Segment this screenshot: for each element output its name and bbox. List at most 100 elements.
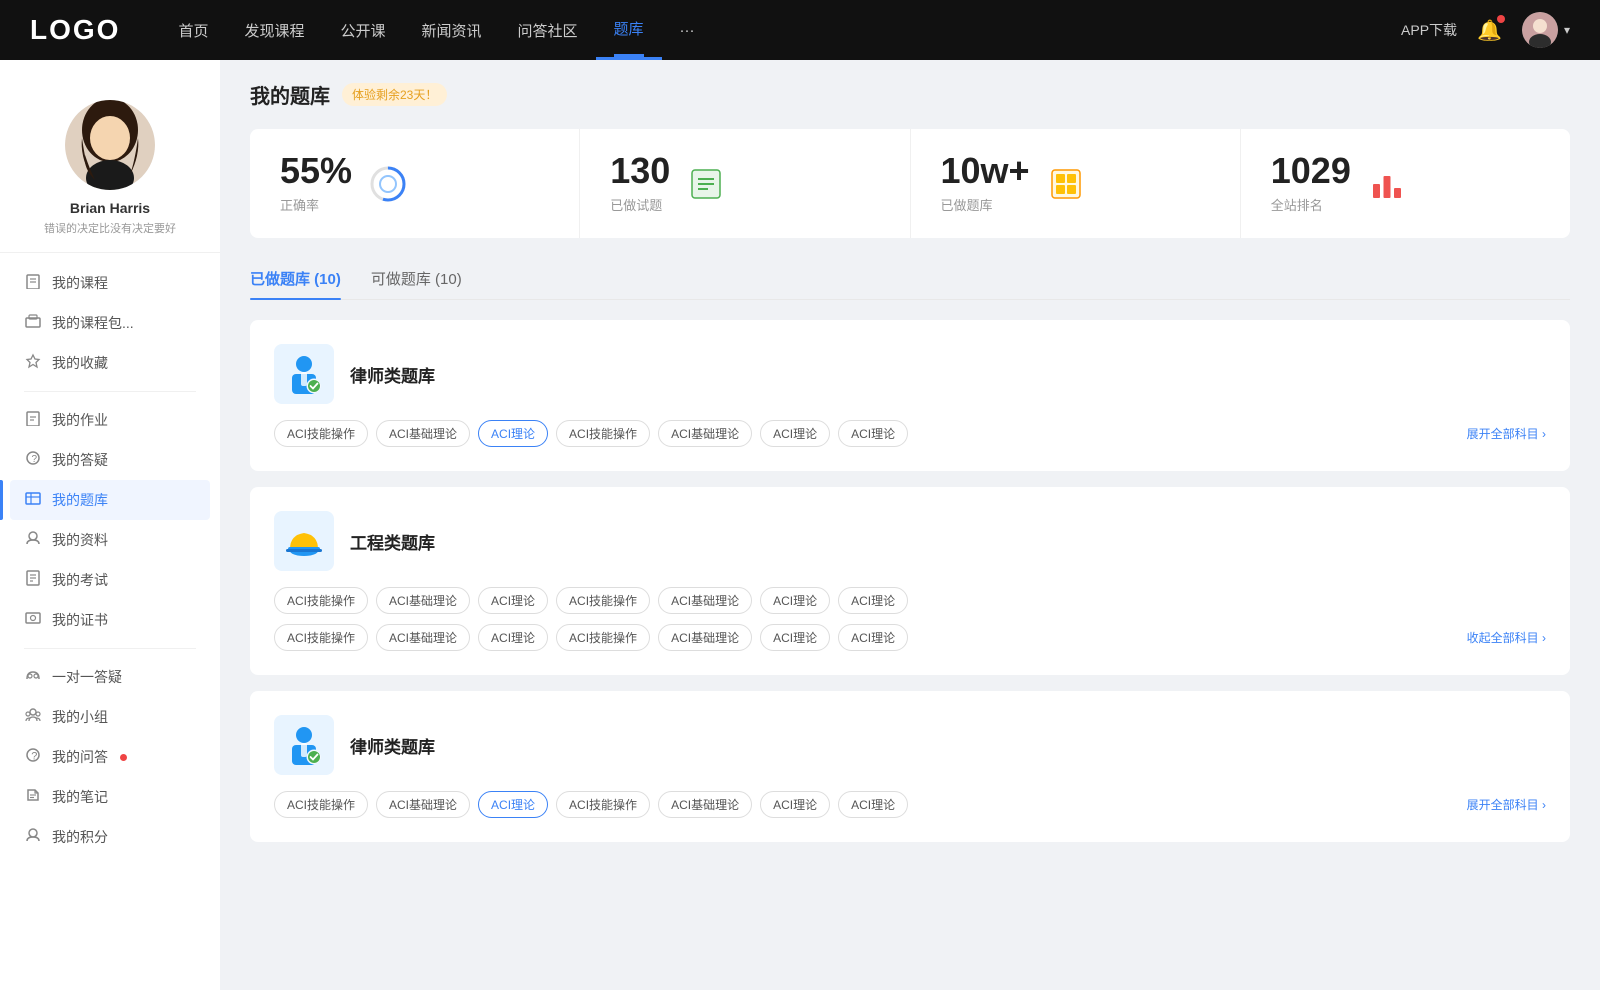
qbank-icon: [24, 490, 42, 510]
tags-container: ACI技能操作 ACI基础理论 ACI理论 ACI技能操作 ACI基础理论 AC…: [274, 791, 1467, 818]
expand-btn[interactable]: 展开全部科目 ›: [1467, 425, 1546, 442]
sidebar-label: 我的课程包...: [52, 313, 134, 333]
tab-done[interactable]: 已做题库 (10): [250, 258, 341, 299]
sidebar-item-exam[interactable]: 我的考试: [10, 560, 210, 600]
sidebar-item-tutoring[interactable]: 一对一答疑: [10, 657, 210, 697]
tag[interactable]: ACI技能操作: [274, 624, 368, 651]
nav-home[interactable]: 首页: [160, 0, 226, 60]
tag[interactable]: ACI技能操作: [274, 587, 368, 614]
stat-ranking: 1029 全站排名: [1241, 129, 1570, 238]
tag[interactable]: ACI基础理论: [658, 624, 752, 651]
tag-active[interactable]: ACI理论: [478, 420, 548, 447]
sidebar-item-qbank[interactable]: 我的题库: [10, 480, 210, 520]
nav-opencourse[interactable]: 公开课: [322, 0, 403, 60]
stats-row: 55% 正确率 130 已做试题: [250, 129, 1570, 238]
tag[interactable]: ACI理论: [838, 587, 908, 614]
sidebar-item-notes[interactable]: 我的笔记: [10, 777, 210, 817]
qbank-card-engineer: 工程类题库 ACI技能操作 ACI基础理论 ACI理论 ACI技能操作 ACI基…: [250, 487, 1570, 675]
banks-stat-icon: [1046, 164, 1086, 204]
tab-available[interactable]: 可做题库 (10): [371, 258, 462, 299]
tag[interactable]: ACI理论: [478, 587, 548, 614]
nav-discover[interactable]: 发现课程: [226, 0, 322, 60]
bell-icon[interactable]: 🔔: [1477, 18, 1502, 43]
logo[interactable]: LOGO: [30, 14, 120, 46]
tag[interactable]: ACI技能操作: [556, 420, 650, 447]
tag[interactable]: ACI基础理论: [376, 587, 470, 614]
sidebar-item-qa[interactable]: ? 我的答疑: [10, 440, 210, 480]
tag[interactable]: ACI基础理论: [376, 624, 470, 651]
tag[interactable]: ACI理论: [760, 791, 830, 818]
sidebar-label: 我的课程: [52, 273, 108, 293]
sidebar-label: 我的证书: [52, 610, 108, 630]
sidebar-item-group[interactable]: 我的小组: [10, 697, 210, 737]
tutoring-icon: [24, 667, 42, 687]
tag[interactable]: ACI理论: [760, 420, 830, 447]
sidebar-item-questions[interactable]: ? 我的问答: [10, 737, 210, 777]
stat-accuracy: 55% 正确率: [250, 129, 580, 238]
stat-text: 1029 全站排名: [1271, 153, 1351, 214]
qbank-card-lawyer-1: 律师类题库 ACI技能操作 ACI基础理论 ACI理论 ACI技能操作 ACI基…: [250, 320, 1570, 471]
tag[interactable]: ACI基础理论: [658, 791, 752, 818]
sidebar-item-points[interactable]: 我的积分: [10, 817, 210, 857]
tag[interactable]: ACI理论: [760, 624, 830, 651]
sidebar-label: 我的收藏: [52, 353, 108, 373]
trial-badge: 体验剩余23天！: [342, 83, 447, 106]
tag[interactable]: ACI理论: [478, 624, 548, 651]
sidebar-label: 我的考试: [52, 570, 108, 590]
cert-icon: [24, 610, 42, 630]
tag[interactable]: ACI技能操作: [274, 420, 368, 447]
sidebar-item-homework[interactable]: 我的作业: [10, 400, 210, 440]
unread-dot: [120, 754, 127, 761]
data-icon: [24, 530, 42, 550]
qbank-card-lawyer-2: 律师类题库 ACI技能操作 ACI基础理论 ACI理论 ACI技能操作 ACI基…: [250, 691, 1570, 842]
sidebar-item-cert[interactable]: 我的证书: [10, 600, 210, 640]
sidebar-label: 我的笔记: [52, 787, 108, 807]
nav-qbank[interactable]: 题库: [596, 0, 662, 60]
nav-news[interactable]: 新闻资讯: [404, 0, 500, 60]
qbank-lawyer2-icon: [274, 715, 334, 775]
sidebar-item-course[interactable]: 我的课程: [10, 263, 210, 303]
sidebar-item-coursepack[interactable]: 我的课程包...: [10, 303, 210, 343]
tag[interactable]: ACI技能操作: [556, 587, 650, 614]
tag-active[interactable]: ACI理论: [478, 791, 548, 818]
divider: [24, 648, 196, 649]
sidebar-label: 我的问答: [52, 747, 108, 767]
tag[interactable]: ACI理论: [838, 791, 908, 818]
tags-container: ACI技能操作 ACI基础理论 ACI理论 ACI技能操作 ACI基础理论 AC…: [274, 587, 1546, 614]
svg-text:?: ?: [32, 454, 38, 465]
qbank-lawyer-icon: [274, 344, 334, 404]
tag[interactable]: ACI基础理论: [658, 420, 752, 447]
nav: 首页 发现课程 公开课 新闻资讯 问答社区 题库 ···: [160, 0, 1401, 60]
questions-icon: ?: [24, 747, 42, 767]
tag[interactable]: ACI技能操作: [274, 791, 368, 818]
stat-label: 已做试题: [610, 195, 670, 214]
svg-text:?: ?: [31, 751, 37, 763]
bell-dot: [1497, 15, 1505, 23]
nav-more[interactable]: ···: [662, 0, 713, 60]
sidebar-label: 我的小组: [52, 707, 108, 727]
tag[interactable]: ACI技能操作: [556, 624, 650, 651]
app-download[interactable]: APP下载: [1401, 20, 1457, 40]
sidebar-item-favorite[interactable]: 我的收藏: [10, 343, 210, 383]
sidebar-item-data[interactable]: 我的资料: [10, 520, 210, 560]
tag[interactable]: ACI基础理论: [658, 587, 752, 614]
avatar-container[interactable]: ▾: [1522, 12, 1570, 48]
profile-motto: 错误的决定比没有决定要好: [34, 220, 186, 236]
tag[interactable]: ACI理论: [760, 587, 830, 614]
tag[interactable]: ACI基础理论: [376, 791, 470, 818]
tag[interactable]: ACI理论: [838, 420, 908, 447]
qbank-header: 工程类题库: [274, 511, 1546, 571]
tag[interactable]: ACI理论: [838, 624, 908, 651]
nav-qa[interactable]: 问答社区: [500, 0, 596, 60]
header-avatar: [1522, 12, 1558, 48]
homework-icon: [24, 410, 42, 430]
expand-btn[interactable]: 展开全部科目 ›: [1467, 796, 1546, 813]
exam-icon: [24, 570, 42, 590]
qa-icon: ?: [24, 450, 42, 470]
tag[interactable]: ACI技能操作: [556, 791, 650, 818]
collapse-btn[interactable]: 收起全部科目 ›: [1467, 629, 1546, 646]
group-icon: [24, 707, 42, 727]
stat-questions: 130 已做试题: [580, 129, 910, 238]
qbank-title: 律师类题库: [350, 362, 435, 387]
tag[interactable]: ACI基础理论: [376, 420, 470, 447]
